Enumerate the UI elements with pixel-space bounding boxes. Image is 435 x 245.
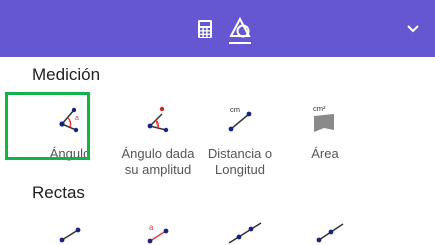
area-icon: cm²	[313, 104, 334, 132]
length-badge: a	[149, 223, 154, 232]
tool-label: Distancia o Longitud	[207, 146, 273, 177]
tab-calculator[interactable]	[190, 14, 220, 44]
unit-badge: cm	[230, 105, 240, 114]
tool-segment-fixed-length[interactable]: a	[138, 220, 178, 245]
tool-line[interactable]	[225, 220, 265, 245]
top-bar	[0, 0, 435, 57]
tool-area[interactable]: cm² Área	[290, 100, 360, 165]
tool-label: Ángulo dada su amplitud	[121, 146, 195, 177]
tool-ray[interactable]	[307, 220, 347, 245]
collapse-button[interactable]	[404, 20, 422, 38]
calculator-icon	[198, 20, 212, 38]
section-title-medicion: Medición	[32, 65, 101, 84]
segment-fixed-length-icon: a	[147, 223, 169, 244]
chevron-down-icon	[407, 25, 419, 33]
tool-segment[interactable]	[50, 220, 90, 245]
shapes-tools-icon	[229, 16, 251, 38]
selection-highlight	[5, 92, 90, 160]
tab-tools[interactable]	[225, 14, 255, 44]
line-icon	[228, 222, 262, 244]
segment-icon	[59, 227, 81, 243]
ray-icon	[316, 223, 344, 243]
distance-icon: cm	[228, 105, 252, 132]
section-title-rectas: Rectas	[32, 183, 85, 202]
unit-badge: cm²	[313, 104, 326, 113]
active-tab-indicator	[229, 42, 251, 44]
tool-label: Área	[311, 146, 339, 161]
angle-fixed-size-icon	[147, 106, 169, 133]
tool-distance[interactable]: cm Distancia o Longitud	[200, 100, 280, 177]
tool-angle-fixed[interactable]: Ángulo dada su amplitud	[113, 100, 203, 177]
